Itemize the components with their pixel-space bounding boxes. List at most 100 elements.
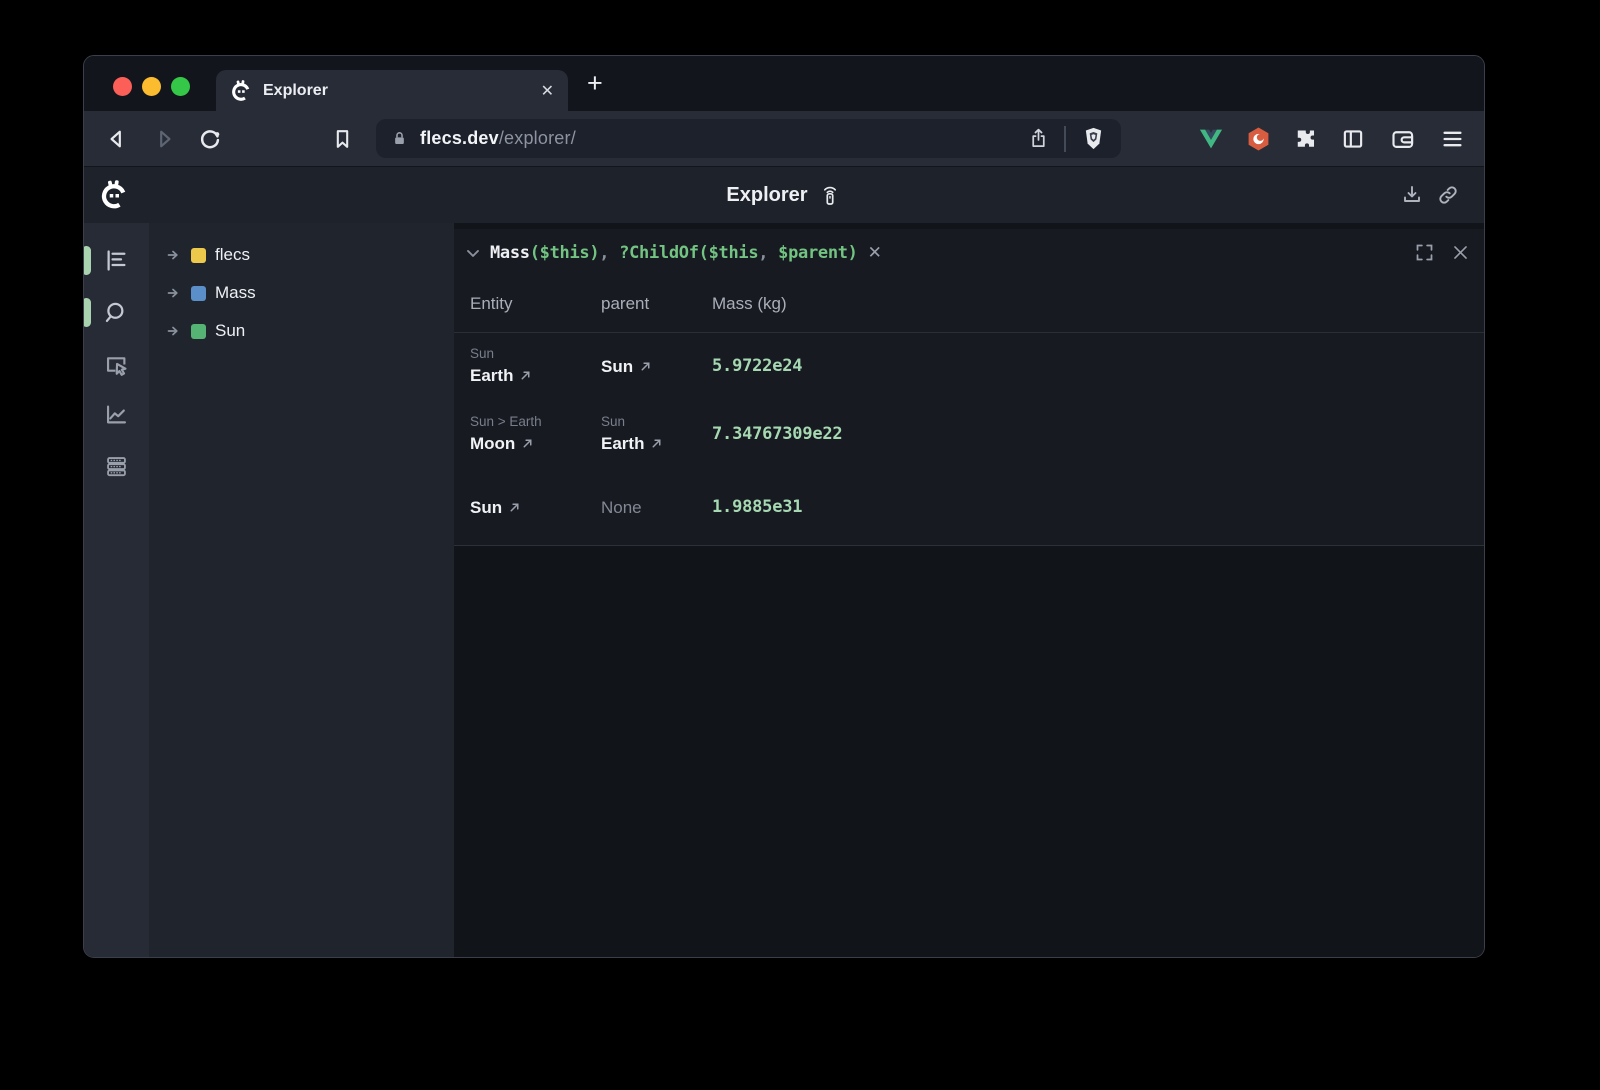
parent-name: Earth	[601, 431, 644, 456]
tree-item-label: flecs	[215, 245, 250, 265]
main-canvas: Mass($this), ?ChildOf($this, $parent) ✕ …	[454, 223, 1484, 958]
column-header-mass: Mass (kg)	[712, 294, 1484, 314]
browser-tab[interactable]: Explorer ✕	[216, 70, 568, 111]
hexagon-extension-icon[interactable]	[1245, 125, 1272, 152]
extensions-puzzle-icon[interactable]	[1293, 126, 1319, 152]
parent-name: Sun	[601, 354, 633, 379]
app-header: Explorer	[84, 166, 1484, 223]
memory-icon[interactable]	[103, 453, 130, 480]
tree-item-sun[interactable]: Sun	[149, 312, 454, 350]
tree-item-label: Sun	[215, 321, 245, 341]
reload-button[interactable]	[197, 126, 223, 152]
parent-cell: Sun Earth	[601, 412, 712, 456]
entity-name: Earth	[470, 363, 513, 388]
entity-link[interactable]: Earth	[470, 363, 601, 388]
mass-value: 7.34767309e22	[712, 424, 1484, 444]
table-row: Sun > Earth Moon Sun Earth 7.34767309e22	[454, 399, 1484, 469]
entity-color-swatch	[191, 248, 206, 263]
query-term: ,	[599, 243, 619, 263]
query-term: $parent)	[778, 243, 857, 263]
close-window-button[interactable]	[113, 77, 132, 96]
download-icon[interactable]	[1400, 183, 1424, 207]
parent-link[interactable]: Sun	[601, 354, 712, 379]
tab-title: Explorer	[263, 82, 541, 100]
column-header-parent: parent	[601, 294, 712, 314]
expand-arrow-icon[interactable]	[166, 323, 182, 339]
fullscreen-icon[interactable]	[1414, 242, 1435, 263]
tree-item-label: Mass	[215, 283, 256, 303]
chevron-down-icon[interactable]	[463, 243, 483, 263]
entity-color-swatch	[191, 324, 206, 339]
open-link-icon	[508, 501, 521, 514]
entity-link[interactable]: Sun	[470, 495, 601, 520]
bookmark-icon[interactable]	[330, 126, 355, 151]
expand-arrow-icon[interactable]	[166, 285, 182, 301]
remote-connection-icon[interactable]	[818, 183, 842, 207]
entity-name: Sun	[470, 495, 502, 520]
parent-cell: Sun	[601, 354, 712, 379]
entity-cell: Sun	[470, 495, 601, 520]
back-button[interactable]	[104, 126, 130, 152]
query-expression[interactable]: Mass($this), ?ChildOf($this, $parent)	[490, 243, 858, 263]
parent-path: Sun	[601, 412, 712, 431]
url-path: /explorer/	[499, 128, 576, 148]
new-tab-button[interactable]: +	[587, 68, 603, 99]
tab-close-icon[interactable]: ✕	[541, 81, 554, 101]
column-header-entity: Entity	[470, 294, 601, 314]
parent-none-label: None	[601, 495, 712, 520]
expand-arrow-icon[interactable]	[166, 247, 182, 263]
vue-devtools-icon[interactable]	[1197, 125, 1225, 153]
entity-name: Moon	[470, 431, 515, 456]
zoom-window-button[interactable]	[171, 77, 190, 96]
url-host: flecs.dev	[420, 128, 499, 148]
tree-item-flecs[interactable]: flecs	[149, 236, 454, 274]
share-icon[interactable]	[1027, 127, 1050, 150]
entity-tree-panel: flecs Mass Sun	[149, 223, 454, 958]
wallet-icon[interactable]	[1389, 125, 1416, 152]
table-header: Entity parent Mass (kg)	[454, 276, 1484, 333]
entity-color-swatch	[191, 286, 206, 301]
active-panel-indicator	[83, 298, 91, 327]
link-icon[interactable]	[1436, 183, 1460, 207]
tree-item-mass[interactable]: Mass	[149, 274, 454, 312]
address-bar[interactable]: flecs.dev/explorer/	[376, 119, 1121, 158]
flecs-favicon-icon	[230, 80, 252, 102]
browser-window: Explorer ✕ + flecs.dev/explorer/	[83, 55, 1485, 958]
query-term: ($this)	[530, 243, 600, 263]
active-panel-indicator	[83, 246, 91, 275]
entity-link[interactable]: Moon	[470, 431, 601, 456]
mass-value: 5.9722e24	[712, 356, 1484, 376]
open-link-icon	[639, 360, 652, 373]
query-term: ,	[758, 243, 778, 263]
search-icon[interactable]	[103, 299, 130, 326]
stats-chart-icon[interactable]	[103, 401, 130, 428]
tool-sidebar	[84, 223, 149, 958]
close-panel-icon[interactable]	[1451, 243, 1470, 262]
lock-icon	[390, 129, 409, 148]
menu-icon[interactable]	[1439, 125, 1466, 152]
sidebar-toggle-icon[interactable]	[1340, 126, 1366, 152]
browser-toolbar: flecs.dev/explorer/	[84, 111, 1484, 166]
mass-value: 1.9885e31	[712, 497, 1484, 517]
tab-bar: Explorer ✕ +	[84, 56, 1484, 111]
inspector-icon[interactable]	[103, 351, 130, 378]
entity-tree-icon[interactable]	[103, 247, 130, 274]
forward-button[interactable]	[151, 126, 177, 152]
open-link-icon	[650, 437, 663, 450]
open-link-icon	[521, 437, 534, 450]
entity-cell: Sun > Earth Moon	[470, 412, 601, 456]
query-term: ?ChildOf($this	[619, 243, 758, 263]
minimize-window-button[interactable]	[142, 77, 161, 96]
query-header: Mass($this), ?ChildOf($this, $parent) ✕	[454, 229, 1484, 276]
open-link-icon	[519, 369, 532, 382]
brave-shield-icon[interactable]	[1080, 125, 1107, 152]
entity-parent-path: Sun	[470, 344, 601, 363]
query-clear-icon[interactable]: ✕	[868, 243, 882, 263]
traffic-lights	[113, 77, 190, 96]
url-text: flecs.dev/explorer/	[420, 128, 576, 149]
parent-name: None	[601, 495, 642, 520]
query-panel: Mass($this), ?ChildOf($this, $parent) ✕ …	[454, 229, 1484, 546]
table-row: Sun None 1.9885e31	[454, 469, 1484, 545]
entity-cell: Sun Earth	[470, 344, 601, 388]
parent-link[interactable]: Earth	[601, 431, 712, 456]
